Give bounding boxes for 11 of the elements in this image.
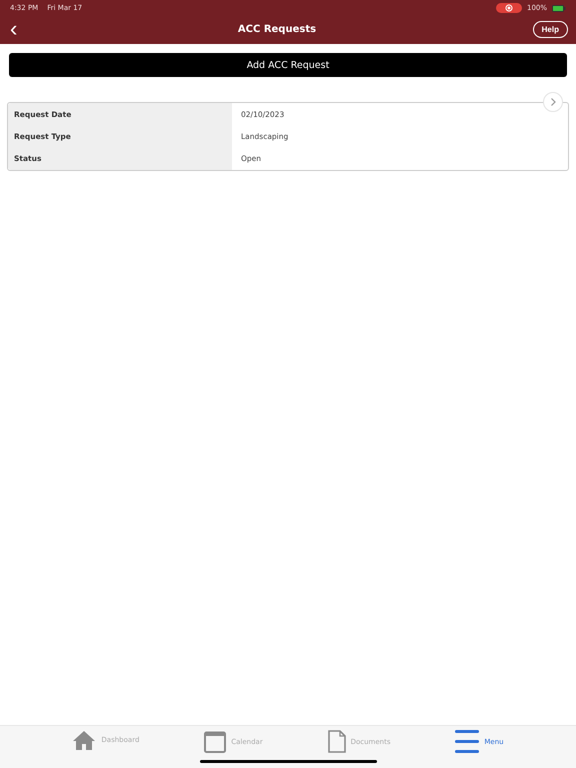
add-request-button[interactable]: Add ACC Request (9, 53, 567, 77)
battery-icon (552, 4, 566, 12)
menu-icon (455, 730, 480, 753)
calendar-icon (204, 730, 226, 753)
back-button[interactable]: ‹ (6, 18, 22, 40)
recording-icon (496, 3, 522, 13)
help-button[interactable]: Help (532, 20, 568, 38)
page-title: ACC Requests (238, 24, 316, 34)
home-icon (72, 730, 96, 750)
chevron-right-icon[interactable] (543, 92, 563, 112)
document-icon (328, 730, 346, 753)
